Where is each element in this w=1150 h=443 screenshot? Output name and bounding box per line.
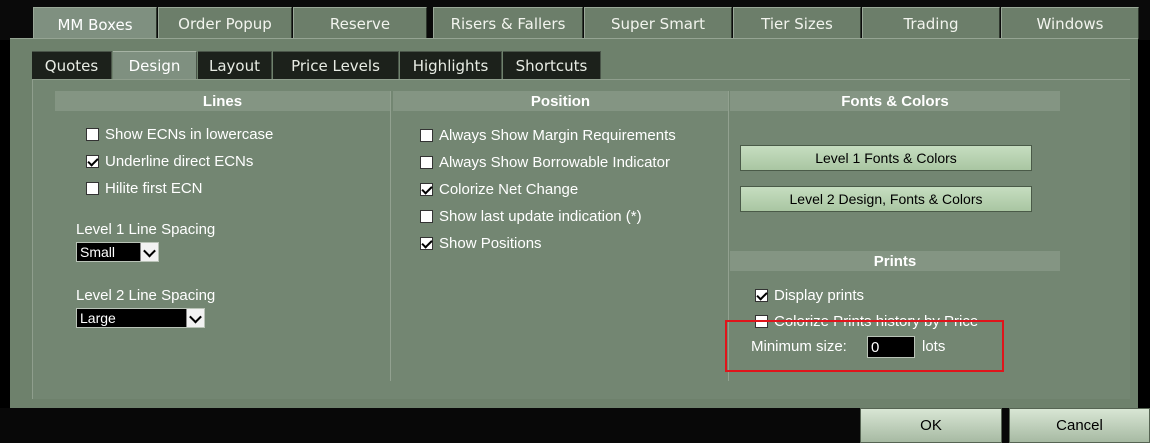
design-panel: Lines Position Fonts & Colors Show ECNs …: [32, 79, 1130, 399]
column-divider: [390, 91, 391, 381]
annotation-highlight-box: [725, 320, 1004, 372]
checkbox[interactable]: [420, 155, 433, 169]
option-display-prints[interactable]: Display prints: [755, 285, 864, 305]
subtab-price-levels[interactable]: Price Levels: [273, 51, 399, 79]
option-label: Always Show Borrowable Indicator: [439, 153, 670, 171]
chevron-down-icon[interactable]: [140, 243, 158, 261]
checkbox[interactable]: [420, 182, 433, 196]
chevron-down-icon[interactable]: [186, 309, 204, 327]
tab-windows[interactable]: Windows: [1001, 7, 1139, 39]
checkbox[interactable]: [86, 127, 99, 141]
tab-tier-sizes[interactable]: Tier Sizes: [733, 7, 861, 39]
option-colorize-net-change[interactable]: Colorize Net Change: [420, 179, 578, 199]
checkbox[interactable]: [420, 236, 433, 250]
top-tab-bar: MM Boxes Order Popup Reserve Risers & Fa…: [0, 0, 1150, 41]
tab-super-smart[interactable]: Super Smart: [584, 7, 732, 39]
subtab-shortcuts[interactable]: Shortcuts: [503, 51, 601, 79]
checkbox[interactable]: [420, 209, 433, 223]
checkbox[interactable]: [420, 128, 433, 142]
option-last-update-indication[interactable]: Show last update indication (*): [420, 206, 642, 226]
settings-frame: Quotes Design Layout Price Levels Highli…: [10, 38, 1138, 408]
option-label: Underline direct ECNs: [105, 152, 254, 170]
option-show-ecns-lowercase[interactable]: Show ECNs in lowercase: [86, 124, 273, 144]
subtab-layout[interactable]: Layout: [198, 51, 272, 79]
tab-reserve[interactable]: Reserve: [293, 7, 427, 39]
fonts-colors-header: Fonts & Colors: [730, 91, 1060, 111]
prints-header: Prints: [730, 251, 1060, 271]
lines-header: Lines: [55, 91, 390, 111]
tab-order-popup[interactable]: Order Popup: [158, 7, 292, 39]
option-show-positions[interactable]: Show Positions: [420, 233, 542, 253]
level1-fonts-colors-button[interactable]: Level 1 Fonts & Colors: [740, 145, 1032, 171]
option-label: Hilite first ECN: [105, 179, 203, 197]
tab-mm-boxes[interactable]: MM Boxes: [33, 7, 157, 41]
cancel-button[interactable]: Cancel: [1009, 408, 1150, 443]
level1-spacing-select[interactable]: Small: [76, 242, 159, 262]
level2-spacing-select[interactable]: Large: [76, 308, 205, 328]
option-label: Always Show Margin Requirements: [439, 126, 676, 144]
subtab-highlights[interactable]: Highlights: [400, 51, 502, 79]
checkbox[interactable]: [86, 154, 99, 168]
option-borrowable-indicator[interactable]: Always Show Borrowable Indicator: [420, 152, 670, 172]
option-label: Show last update indication (*): [439, 207, 642, 225]
subtab-design[interactable]: Design: [113, 51, 197, 79]
option-label: Display prints: [774, 286, 865, 304]
option-margin-requirements[interactable]: Always Show Margin Requirements: [420, 125, 676, 145]
option-label: Colorize Net Change: [439, 180, 579, 198]
level2-design-fonts-colors-button[interactable]: Level 2 Design, Fonts & Colors: [740, 186, 1032, 212]
tab-trading[interactable]: Trading: [862, 7, 1000, 39]
level1-spacing-label: Level 1 Line Spacing: [76, 221, 216, 238]
option-label: Show ECNs in lowercase: [105, 125, 274, 143]
option-label: Show Positions: [439, 234, 542, 252]
select-value: Small: [80, 244, 116, 260]
ok-button[interactable]: OK: [860, 408, 1002, 443]
checkbox[interactable]: [755, 288, 768, 302]
option-underline-direct-ecns[interactable]: Underline direct ECNs: [86, 151, 253, 171]
position-header: Position: [393, 91, 728, 111]
subtab-quotes[interactable]: Quotes: [32, 51, 112, 79]
checkbox[interactable]: [86, 181, 99, 195]
select-value: Large: [80, 310, 116, 326]
tab-risers-fallers[interactable]: Risers & Fallers: [433, 7, 583, 39]
level2-spacing-label: Level 2 Line Spacing: [76, 287, 216, 304]
option-hilite-first-ecn[interactable]: Hilite first ECN: [86, 178, 203, 198]
